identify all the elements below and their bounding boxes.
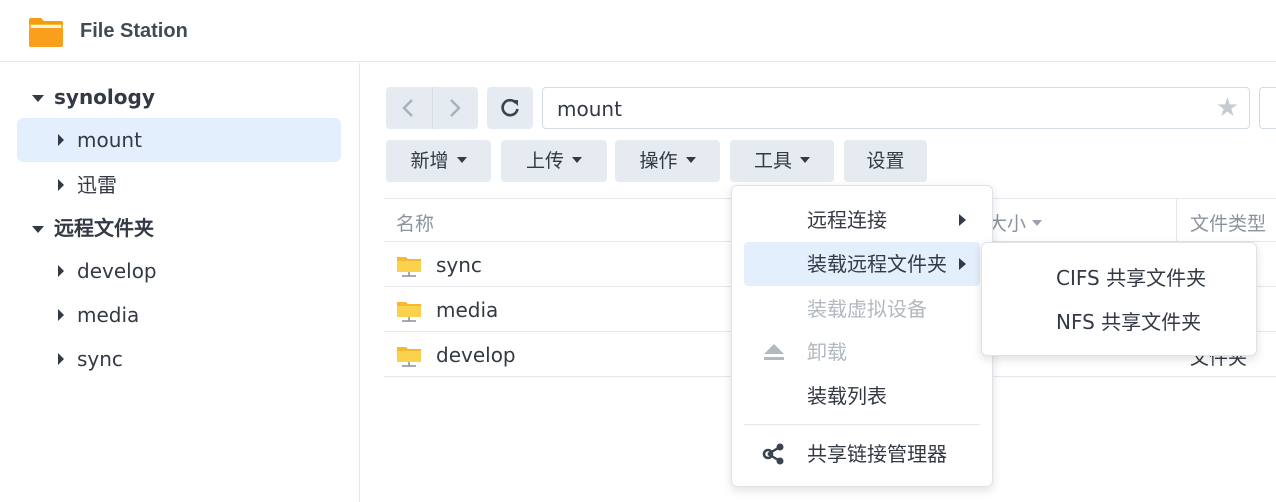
menu-item-mount-remote-folder[interactable]: 装载远程文件夹 [744, 242, 980, 286]
sidebar-item-label: mount [77, 128, 142, 152]
column-divider[interactable] [1176, 199, 1177, 243]
caret-right-icon[interactable] [58, 179, 64, 191]
settings-button-label: 设置 [866, 150, 905, 172]
menu-item-label: 装载虚拟设备 [807, 297, 927, 321]
chevron-right-icon [450, 99, 461, 117]
menu-item-mount-list[interactable]: 装载列表 [744, 374, 980, 418]
menu-item-nfs-shared-folder[interactable]: NFS 共享文件夹 [1056, 307, 1201, 337]
sidebar-item-label: media [77, 303, 140, 327]
caret-down-icon [572, 156, 582, 163]
menu-item-label: 装载远程文件夹 [807, 252, 947, 276]
shared-folder-icon [397, 257, 421, 277]
menu-item-label: 装载列表 [807, 384, 887, 408]
sidebar-item-media[interactable]: media [17, 293, 341, 337]
submenu-arrow-icon [959, 258, 966, 270]
column-header-name[interactable]: 名称 [396, 209, 434, 236]
column-header-size[interactable]: 大小 [988, 209, 1043, 236]
history-nav [386, 87, 478, 129]
tree-root-label: 远程文件夹 [54, 216, 154, 240]
upload-button-label: 上传 [525, 150, 564, 172]
refresh-icon [501, 98, 519, 117]
sidebar-item-label: 迅雷 [77, 173, 117, 197]
file-name: sync [436, 253, 482, 277]
sidebar-item-develop[interactable]: develop [17, 249, 341, 293]
menu-item-share-link-manager[interactable]: 共享链接管理器 [744, 432, 980, 476]
menu-item-unmount: 卸载 [744, 330, 980, 374]
menu-item-label: 卸载 [807, 340, 847, 364]
caret-right-icon[interactable] [58, 265, 64, 277]
app-title: File Station [80, 20, 188, 42]
folder-app-icon [29, 18, 63, 47]
caret-right-icon[interactable] [58, 134, 64, 146]
new-button-label: 新增 [410, 150, 449, 172]
sidebar-item-sync[interactable]: sync [17, 337, 341, 381]
caret-down-icon [456, 156, 467, 163]
caret-down-icon [685, 156, 696, 163]
shared-folder-icon [397, 302, 421, 322]
menu-item-label: 共享链接管理器 [807, 442, 947, 466]
menu-item-remote-connection[interactable]: 远程连接 [744, 198, 980, 242]
menu-item-cifs-shared-folder[interactable]: CIFS 共享文件夹 [1056, 263, 1206, 293]
menu-divider [744, 424, 980, 425]
new-button[interactable]: 新增 [386, 140, 491, 182]
caret-down-icon [800, 156, 810, 163]
path-text: mount [557, 97, 622, 121]
caret-right-icon[interactable] [58, 353, 64, 365]
menu-item-label: 远程连接 [807, 208, 887, 232]
eject-icon [764, 344, 784, 360]
tree-root-synology[interactable]: synology [32, 83, 155, 111]
title-bar: File Station [0, 0, 1276, 62]
sidebar-item-xunlei[interactable]: 迅雷 [17, 163, 341, 207]
settings-button[interactable]: 设置 [844, 140, 927, 182]
upload-button[interactable]: 上传 [501, 140, 607, 182]
back-button[interactable] [386, 87, 432, 129]
tools-button-label: 工具 [753, 150, 792, 172]
path-field[interactable]: mount ★ [542, 87, 1250, 129]
menu-item-mount-virtual-drive: 装载虚拟设备 [744, 287, 980, 331]
tools-dropdown-menu: 远程连接 装载远程文件夹 装载虚拟设备 卸载 装载列表 共享链接管理器 [731, 185, 993, 487]
sidebar: synology mount 迅雷 远程文件夹 develop media sy… [0, 63, 360, 502]
tools-button[interactable]: 工具 [730, 140, 834, 182]
tree-root-label: synology [54, 85, 155, 109]
refresh-button[interactable] [487, 87, 533, 129]
chevron-left-icon [402, 99, 413, 117]
caret-right-icon[interactable] [58, 309, 64, 321]
sidebar-item-label: sync [77, 347, 123, 371]
caret-down-icon[interactable] [32, 95, 44, 102]
column-size-label: 大小 [988, 213, 1027, 235]
sidebar-item-mount[interactable]: mount [17, 118, 341, 162]
file-name: develop [436, 343, 516, 367]
sidebar-item-label: develop [77, 259, 157, 283]
action-button-label: 操作 [639, 150, 678, 172]
sort-caret-icon [1032, 219, 1043, 226]
share-link-icon [762, 443, 784, 465]
search-field[interactable] [1259, 87, 1276, 129]
column-header-type[interactable]: 文件类型 [1190, 209, 1266, 236]
submenu-arrow-icon [959, 214, 966, 226]
star-icon[interactable]: ★ [1216, 95, 1239, 121]
action-button[interactable]: 操作 [615, 140, 720, 182]
mount-remote-folder-submenu: CIFS 共享文件夹 NFS 共享文件夹 [981, 242, 1257, 356]
tree-root-remote-folders[interactable]: 远程文件夹 [32, 214, 154, 242]
caret-down-icon[interactable] [32, 226, 44, 233]
file-name: media [436, 298, 499, 322]
shared-folder-icon [397, 347, 421, 367]
forward-button[interactable] [432, 87, 478, 129]
